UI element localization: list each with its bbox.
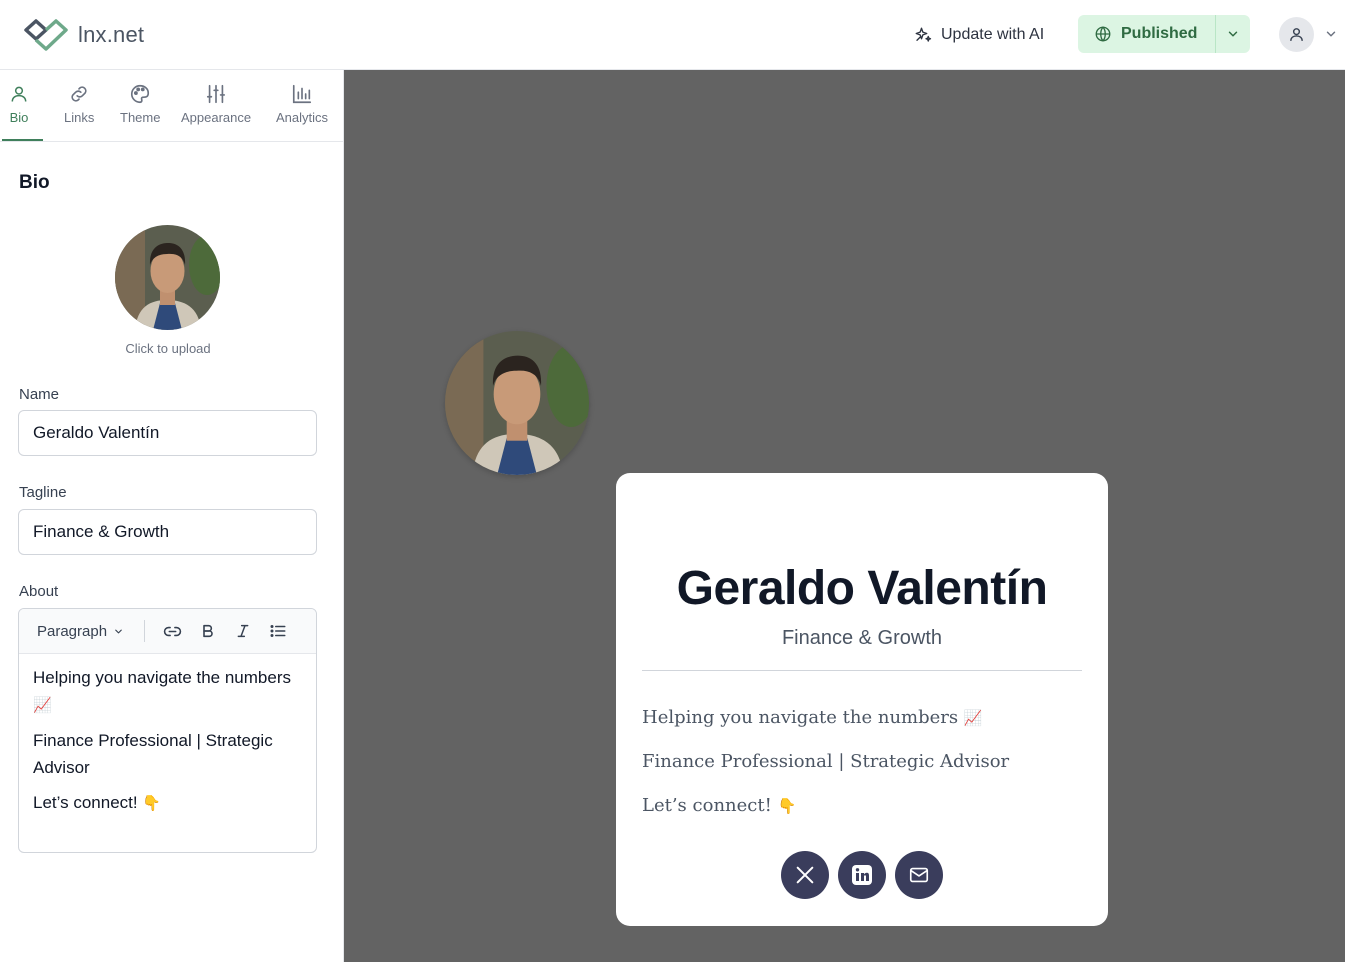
tab-label: Appearance: [181, 110, 252, 125]
linkedin-social-button[interactable]: [838, 851, 886, 899]
insert-link-button[interactable]: [155, 616, 190, 646]
tab-label: Links: [64, 110, 95, 125]
x-twitter-icon: [796, 866, 814, 884]
card-divider: [642, 670, 1082, 671]
italic-button[interactable]: [225, 616, 260, 646]
profile-name: Geraldo Valentín: [676, 562, 1048, 615]
paragraph-format-value: Paragraph: [37, 622, 108, 640]
name-label: Name: [19, 386, 60, 403]
profile-about: Helping you navigate the numbers 📈 Finan…: [642, 707, 1009, 839]
about-line: Finance Professional | Strategic Advisor: [642, 751, 1010, 772]
list-icon: [270, 625, 286, 637]
pointing-down-emoji: 👇: [142, 794, 162, 812]
editor-sidebar: Bio Links Theme Appearance Analytics Bio…: [0, 70, 344, 962]
section-title: Bio: [19, 172, 50, 193]
chevron-down-icon: [115, 629, 122, 633]
linkedin-icon: [852, 865, 872, 885]
tab-bio[interactable]: Bio: [9, 82, 29, 125]
social-links: [781, 851, 943, 899]
link-icon: [68, 82, 90, 106]
update-with-ai-button[interactable]: Update with AI: [906, 16, 1052, 54]
paragraph-format-select[interactable]: Paragraph: [37, 623, 124, 640]
user-icon: [1290, 28, 1303, 41]
palette-icon: [129, 82, 151, 106]
tab-appearance[interactable]: Appearance: [181, 82, 251, 125]
link-icon: [163, 626, 182, 636]
bold-button[interactable]: [190, 616, 225, 646]
x-social-button[interactable]: [781, 851, 829, 899]
sparkles-icon: [915, 27, 932, 42]
profile-photo-upload[interactable]: [115, 225, 220, 330]
tab-label: Theme: [120, 110, 161, 125]
tagline-label: Tagline: [19, 484, 67, 501]
tab-links[interactable]: Links: [64, 82, 94, 125]
about-line: Finance Professional | Strategic Advisor: [33, 731, 273, 777]
user-menu-avatar[interactable]: [1279, 17, 1314, 52]
profile-card: Geraldo Valentín Finance & Growth Helpin…: [616, 473, 1108, 926]
email-social-button[interactable]: [895, 851, 943, 899]
published-label: Published: [1121, 25, 1198, 42]
about-editor: Paragraph Helping you navigate the numbe…: [18, 608, 317, 853]
top-bar: lnx.net Update with AI Published: [0, 0, 1345, 70]
chart-increasing-emoji: 📈: [963, 709, 983, 727]
bar-chart-icon: [291, 82, 313, 106]
user-icon: [9, 82, 29, 106]
about-line: Helping you navigate the numbers 📈: [33, 668, 291, 714]
chevron-down-icon: [1326, 31, 1336, 37]
about-text-area[interactable]: Helping you navigate the numbers 📈 Finan…: [19, 654, 316, 835]
editor-toolbar: Paragraph: [19, 609, 316, 654]
tab-theme[interactable]: Theme: [120, 82, 160, 125]
sidebar-tabs: Bio Links Theme Appearance Analytics: [0, 70, 343, 142]
preview-profile-photo: [445, 331, 589, 475]
chart-increasing-emoji: 📈: [33, 696, 52, 714]
name-input[interactable]: [18, 410, 317, 456]
tagline-input[interactable]: [18, 509, 317, 555]
tab-analytics[interactable]: Analytics: [276, 82, 328, 125]
publish-options-button[interactable]: [1216, 15, 1251, 53]
user-menu-caret[interactable]: [1324, 27, 1338, 46]
bullet-list-button[interactable]: [260, 616, 295, 646]
italic-icon: [237, 624, 248, 638]
logo-icon: [24, 19, 68, 51]
tab-label: Bio: [9, 110, 29, 125]
update-with-ai-label: Update with AI: [941, 26, 1045, 43]
active-tab-indicator: [2, 139, 43, 141]
bold-icon: [202, 624, 213, 638]
profile-tagline: Finance & Growth: [781, 627, 943, 649]
logo[interactable]: lnx.net: [22, 17, 144, 53]
profile-photo: [445, 331, 589, 475]
sliders-icon: [205, 82, 227, 106]
toolbar-divider: [144, 620, 146, 642]
published-button[interactable]: Published: [1078, 15, 1217, 53]
tab-label: Analytics: [276, 110, 329, 125]
mail-icon: [909, 867, 929, 883]
globe-icon: [1095, 26, 1111, 42]
about-label: About: [19, 583, 59, 600]
about-line: Let’s connect! 👇: [33, 793, 162, 812]
profile-photo: [115, 225, 220, 330]
publish-control: Published: [1078, 15, 1251, 53]
about-line: Helping you navigate the numbers 📈: [642, 707, 983, 728]
about-line: Let’s connect! 👇: [642, 795, 797, 816]
logo-text: lnx.net: [78, 22, 145, 47]
upload-hint: Click to upload: [125, 341, 211, 356]
live-preview-pane: Geraldo Valentín Finance & Growth Helpin…: [344, 70, 1345, 962]
pointing-down-emoji: 👇: [777, 797, 797, 815]
chevron-down-icon: [1229, 31, 1238, 37]
